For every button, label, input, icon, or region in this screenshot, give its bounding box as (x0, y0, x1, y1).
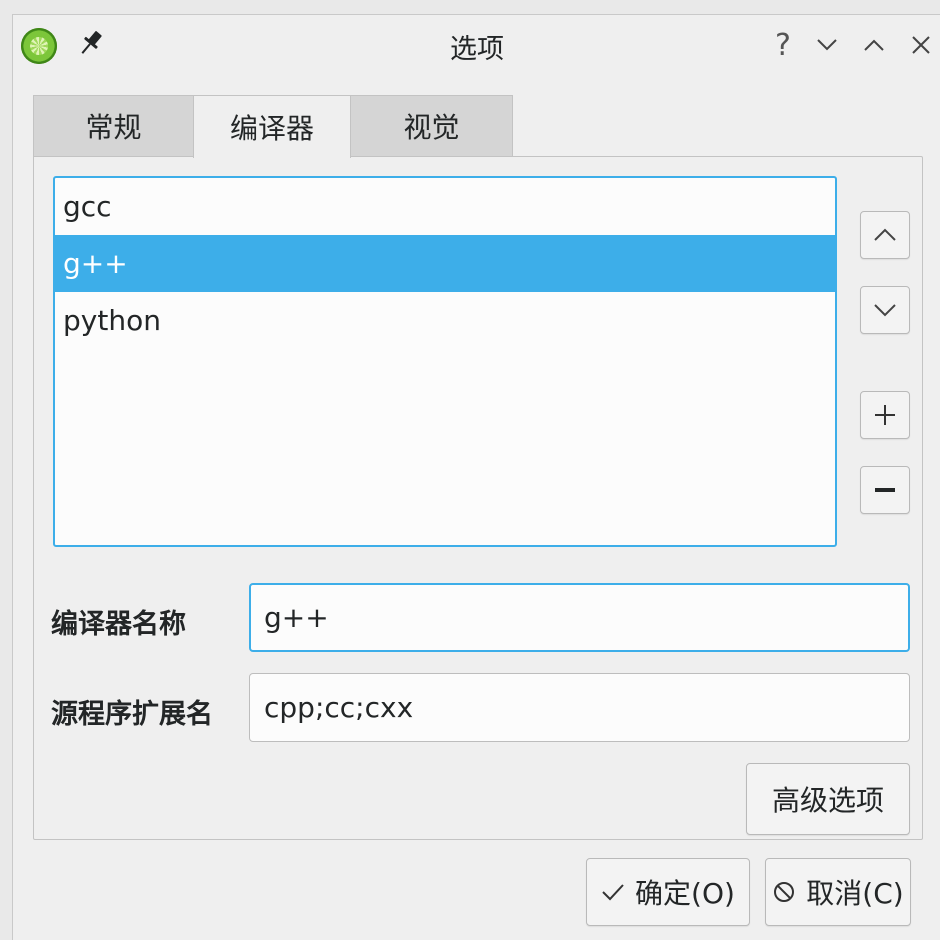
options-dialog: 选项 ? 常规 编译器 视觉 gcc g++ python 编译器名称 g++ … (12, 14, 940, 940)
title-bar[interactable]: 选项 ? (13, 15, 940, 77)
cancel-icon (772, 880, 796, 904)
tab-bar: 常规 编译器 视觉 (33, 95, 513, 158)
move-up-button[interactable] (860, 211, 910, 259)
add-button[interactable] (860, 391, 910, 439)
maximize-icon[interactable] (858, 27, 890, 63)
compiler-list[interactable]: gcc g++ python (53, 176, 837, 547)
tab-visual[interactable]: 视觉 (351, 95, 513, 157)
minimize-icon[interactable] (811, 27, 843, 63)
compiler-name-label: 编译器名称 (51, 609, 186, 640)
tab-compiler[interactable]: 编译器 (193, 95, 351, 158)
compiler-panel: gcc g++ python 编译器名称 g++ 源程序扩展名 cpp;cc;c… (33, 156, 923, 840)
close-icon[interactable] (905, 27, 937, 63)
ok-label: 确定(O) (635, 877, 735, 910)
compiler-name-input[interactable]: g++ (249, 583, 910, 652)
cancel-label: 取消(C) (806, 877, 904, 910)
minus-icon (875, 488, 895, 492)
plus-icon (875, 405, 895, 425)
window-title: 选项 (450, 34, 504, 65)
ok-button[interactable]: 确定(O) (586, 858, 750, 926)
check-icon (601, 882, 625, 902)
help-glyph: ? (775, 27, 791, 63)
help-icon[interactable]: ? (767, 27, 799, 63)
move-down-button[interactable] (860, 286, 910, 334)
cancel-button[interactable]: 取消(C) (765, 858, 911, 926)
chevron-down-icon (874, 304, 896, 317)
source-ext-input[interactable]: cpp;cc;cxx (249, 673, 910, 742)
list-item-gcc[interactable]: gcc (55, 178, 835, 235)
list-item-python[interactable]: python (55, 292, 835, 349)
advanced-options-label: 高级选项 (771, 784, 884, 817)
tab-general[interactable]: 常规 (33, 95, 193, 157)
list-item-gpp[interactable]: g++ (55, 235, 835, 292)
source-ext-label: 源程序扩展名 (51, 699, 213, 730)
advanced-options-button[interactable]: 高级选项 (746, 763, 910, 835)
remove-button[interactable] (860, 466, 910, 514)
chevron-up-icon (874, 228, 896, 241)
